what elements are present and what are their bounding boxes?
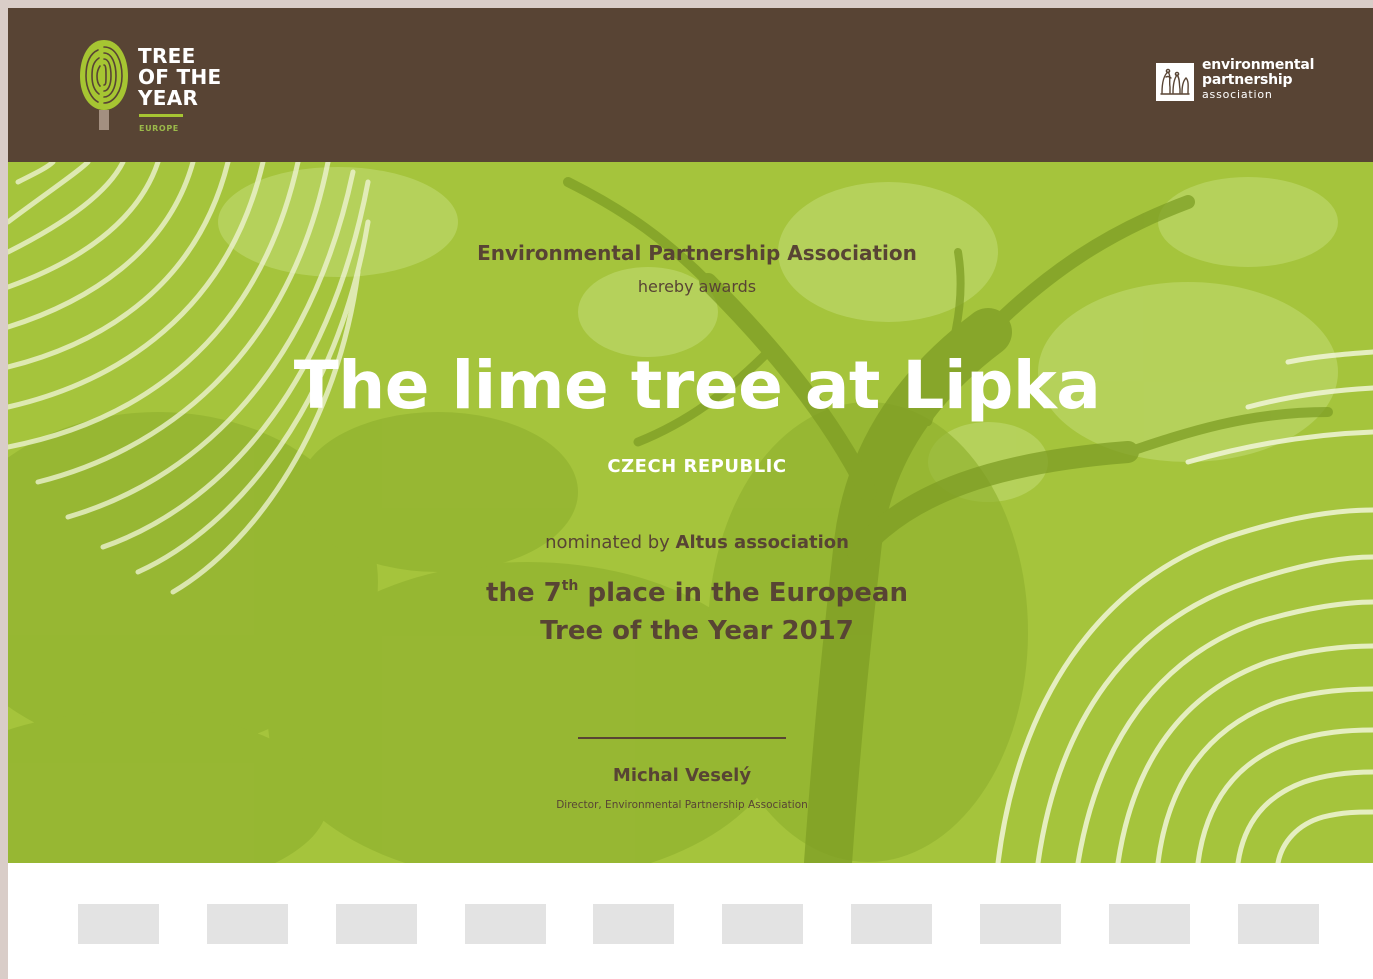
placement-line-2: Tree of the Year 2017: [540, 616, 854, 646]
placement-line-1: the 7th place in the European: [8, 574, 1373, 612]
footer-placeholder: [78, 904, 159, 944]
footer-placeholder: [465, 904, 546, 944]
footer-placeholder: [336, 904, 417, 944]
nominator-name: Altus association: [675, 532, 849, 553]
signer-title: Director, Environmental Partnership Asso…: [556, 799, 808, 811]
logo-line-2: OF THE: [138, 65, 222, 89]
certificate-page: TREE OF THE YEAR EUROPE environmental pa…: [8, 8, 1373, 979]
logo-divider: [139, 114, 183, 117]
tree-name-title: The lime tree at Lipka: [293, 347, 1101, 424]
footer-placeholder: [722, 904, 803, 944]
signature-line: [578, 737, 786, 739]
partnership-wordmark: environmental partnership association: [1202, 57, 1315, 102]
fingerprint-tree-icon: [80, 40, 128, 130]
place-rest: place in the European: [578, 578, 908, 608]
logo-line-3: YEAR: [138, 86, 199, 110]
footer-placeholder: [207, 904, 288, 944]
signer-name: Michal Veselý: [612, 765, 752, 786]
nominated-prefix: nominated by: [545, 532, 676, 553]
certificate-text: Environmental Partnership Association he…: [8, 162, 1373, 863]
tree-of-the-year-wordmark: TREE OF THE YEAR: [138, 46, 221, 109]
issuer-name: Environmental Partnership Association: [477, 241, 917, 265]
partnership-emblem-icon: [1156, 63, 1194, 101]
footer-placeholder: [1238, 904, 1319, 944]
partner-line-1: environmental: [1202, 57, 1315, 73]
place-ordinal-suffix: th: [561, 578, 579, 594]
footer-placeholder: [980, 904, 1061, 944]
partner-line-2: partnership: [1202, 72, 1293, 88]
tree-of-the-year-logo: TREE OF THE YEAR EUROPE: [76, 36, 236, 146]
footer-placeholder: [1109, 904, 1190, 944]
awards-text: hereby awards: [637, 277, 757, 296]
certificate-body: Environmental Partnership Association he…: [8, 162, 1373, 863]
environmental-partnership-logo: environmental partnership association: [1156, 58, 1326, 108]
place-prefix: the 7: [486, 578, 562, 608]
nomination-line: nominated by Altus association: [8, 532, 1373, 553]
footer-area: [8, 863, 1373, 979]
footer-placeholder: [851, 904, 932, 944]
footer-placeholder: [593, 904, 674, 944]
partner-line-3: association: [1202, 88, 1273, 101]
country-label: CZECH REPUBLIC: [607, 456, 787, 477]
logo-line-1: TREE: [138, 44, 196, 68]
header-bar: TREE OF THE YEAR EUROPE environmental pa…: [8, 8, 1373, 162]
logo-subtitle: EUROPE: [139, 124, 179, 133]
placement-text: the 7th place in the European Tree of th…: [8, 574, 1373, 650]
